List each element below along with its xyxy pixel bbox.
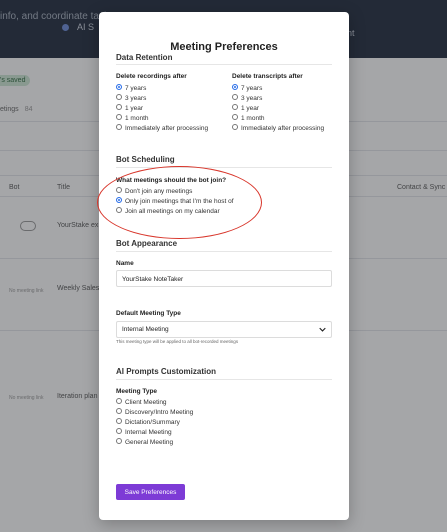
modal-title: Meeting Preferences <box>170 41 278 53</box>
recordings-option-1-month[interactable]: 1 month <box>116 114 149 123</box>
recordings-option-immediately[interactable]: Immediately after processing <box>116 124 208 133</box>
radio-icon[interactable] <box>116 418 122 424</box>
radio-icon[interactable] <box>116 104 122 110</box>
ai-prompts-heading: AI Prompts Customization <box>116 367 217 376</box>
select-value: Internal Meeting <box>122 326 169 333</box>
bot-scheduling-heading: Bot Scheduling <box>116 155 175 164</box>
prompt-option-discovery[interactable]: Discovery/Intro Meeting <box>116 408 193 417</box>
radio-icon[interactable] <box>116 428 122 434</box>
transcripts-option-1-year[interactable]: 1 year <box>232 104 259 113</box>
default-meeting-type-label: Default Meeting Type <box>116 310 181 317</box>
radio-icon[interactable] <box>116 398 122 404</box>
data-retention-heading: Data Retention <box>116 53 173 62</box>
section-divider <box>116 379 332 380</box>
ai-meeting-type-label: Meeting Type <box>116 388 158 395</box>
section-divider <box>116 251 332 252</box>
prompt-option-dictation[interactable]: Dictation/Summary <box>116 418 180 427</box>
radio-selected-icon[interactable] <box>232 84 238 90</box>
radio-icon[interactable] <box>116 124 122 130</box>
delete-transcripts-label: Delete transcripts after <box>232 73 303 80</box>
recordings-option-7-years[interactable]: 7 years <box>116 84 146 93</box>
transcripts-option-3-years[interactable]: 3 years <box>232 94 262 103</box>
meeting-type-hint: This meeting type will be applied to all… <box>116 339 239 344</box>
bot-name-label: Name <box>116 260 134 267</box>
prompt-option-client[interactable]: Client Meeting <box>116 398 167 407</box>
radio-icon[interactable] <box>232 104 238 110</box>
radio-icon[interactable] <box>116 114 122 120</box>
radio-icon[interactable] <box>232 94 238 100</box>
bot-name-input[interactable]: YourStake NoteTaker <box>116 270 332 287</box>
radio-icon[interactable] <box>116 94 122 100</box>
recordings-option-3-years[interactable]: 3 years <box>116 94 146 103</box>
red-highlight-ellipse <box>97 166 262 239</box>
radio-selected-icon[interactable] <box>116 84 122 90</box>
delete-recordings-label: Delete recordings after <box>116 73 187 80</box>
recordings-option-1-year[interactable]: 1 year <box>116 104 143 113</box>
bot-appearance-heading: Bot Appearance <box>116 239 178 248</box>
radio-icon[interactable] <box>116 438 122 444</box>
radio-icon[interactable] <box>232 124 238 130</box>
meeting-preferences-modal: Meeting Preferences Data Retention Delet… <box>97 12 349 520</box>
transcripts-option-7-years[interactable]: 7 years <box>232 84 262 93</box>
prompt-option-internal[interactable]: Internal Meeting <box>116 428 172 437</box>
radio-icon[interactable] <box>116 408 122 414</box>
chevron-down-icon <box>319 327 326 332</box>
default-meeting-type-select[interactable]: Internal Meeting <box>116 321 332 338</box>
transcripts-option-immediately[interactable]: Immediately after processing <box>232 124 324 133</box>
transcripts-option-1-month[interactable]: 1 month <box>232 114 265 123</box>
radio-icon[interactable] <box>232 114 238 120</box>
prompt-option-general[interactable]: General Meeting <box>116 438 173 447</box>
section-divider <box>116 64 332 65</box>
save-preferences-button[interactable]: Save Preferences <box>116 484 185 500</box>
